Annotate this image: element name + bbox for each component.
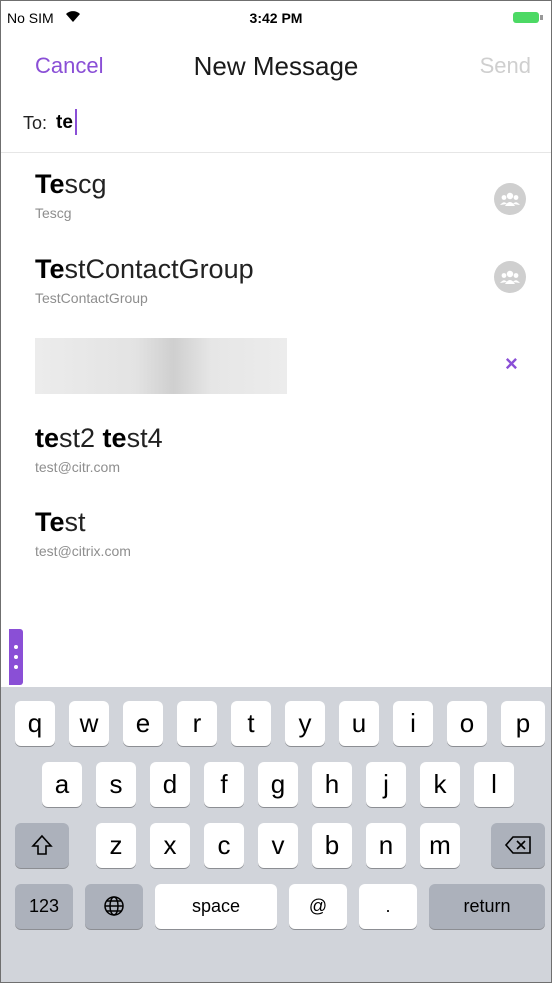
return-key[interactable]: return	[429, 884, 545, 929]
key-t[interactable]: t	[231, 701, 271, 746]
recipient-input[interactable]: te	[56, 112, 73, 134]
key-a[interactable]: a	[42, 762, 82, 807]
at-key[interactable]: @	[289, 884, 347, 929]
page-title: New Message	[193, 51, 359, 81]
key-i[interactable]: i	[393, 701, 433, 746]
drag-handle[interactable]	[9, 629, 23, 685]
shift-key[interactable]	[15, 823, 69, 868]
key-h[interactable]: h	[312, 762, 352, 807]
contact-suggestion[interactable]: Test test@citrix.com	[1, 507, 551, 587]
key-j[interactable]: j	[366, 762, 406, 807]
clock: 3:42 PM	[249, 10, 303, 26]
contact-subtitle: test@citr.com	[35, 459, 121, 475]
globe-key[interactable]	[85, 884, 143, 929]
status-bar: No SIM 3:42 PM	[1, 1, 551, 35]
contact-name: Tescg	[35, 169, 107, 199]
contact-name: test2 test4	[35, 423, 163, 453]
contact-subtitle: Tescg	[35, 205, 72, 221]
keyboard: q w e r t y u i o p a s d f g h j k l z …	[1, 687, 551, 982]
contact-suggestion[interactable]: Tescg Tescg	[1, 169, 551, 249]
contact-suggestion[interactable]: test2 test4 test@citr.com	[1, 423, 551, 503]
numbers-key[interactable]: 123	[15, 884, 73, 929]
group-icon	[494, 261, 526, 293]
key-d[interactable]: d	[150, 762, 190, 807]
key-g[interactable]: g	[258, 762, 298, 807]
key-l[interactable]: l	[474, 762, 514, 807]
contact-subtitle: TestContactGroup	[35, 290, 148, 306]
navigation-bar: Cancel New Message Send	[1, 35, 551, 97]
redacted-recipient	[35, 338, 287, 394]
key-u[interactable]: u	[339, 701, 379, 746]
space-key[interactable]: space	[155, 884, 277, 929]
key-v[interactable]: v	[258, 823, 298, 868]
key-y[interactable]: y	[285, 701, 325, 746]
key-z[interactable]: z	[96, 823, 136, 868]
text-cursor	[75, 109, 77, 135]
recipient-field[interactable]: To: te	[1, 97, 551, 153]
key-f[interactable]: f	[204, 762, 244, 807]
key-m[interactable]: m	[420, 823, 460, 868]
key-b[interactable]: b	[312, 823, 352, 868]
close-icon[interactable]: ×	[505, 351, 518, 377]
key-w[interactable]: w	[69, 701, 109, 746]
key-c[interactable]: c	[204, 823, 244, 868]
group-icon	[494, 183, 526, 215]
globe-icon	[104, 896, 124, 916]
key-q[interactable]: q	[15, 701, 55, 746]
shift-icon	[31, 834, 53, 855]
key-k[interactable]: k	[420, 762, 460, 807]
key-r[interactable]: r	[177, 701, 217, 746]
contact-suggestion[interactable]: TestContactGroup TestContactGroup	[1, 254, 551, 334]
backspace-key[interactable]	[491, 823, 545, 868]
key-n[interactable]: n	[366, 823, 406, 868]
key-p[interactable]: p	[501, 701, 545, 746]
battery-icon	[513, 12, 539, 23]
battery-tip	[540, 15, 543, 20]
key-o[interactable]: o	[447, 701, 487, 746]
screen: No SIM 3:42 PM Cancel New Message Send T…	[0, 0, 552, 983]
contact-subtitle: test@citrix.com	[35, 543, 131, 559]
backspace-icon	[504, 836, 531, 854]
contact-name: TestContactGroup	[35, 254, 254, 284]
key-s[interactable]: s	[96, 762, 136, 807]
period-key[interactable]: .	[359, 884, 417, 929]
key-e[interactable]: e	[123, 701, 163, 746]
send-button[interactable]: Send	[480, 53, 531, 79]
to-label: To:	[23, 113, 48, 133]
key-x[interactable]: x	[150, 823, 190, 868]
contact-name: Test	[35, 507, 86, 537]
